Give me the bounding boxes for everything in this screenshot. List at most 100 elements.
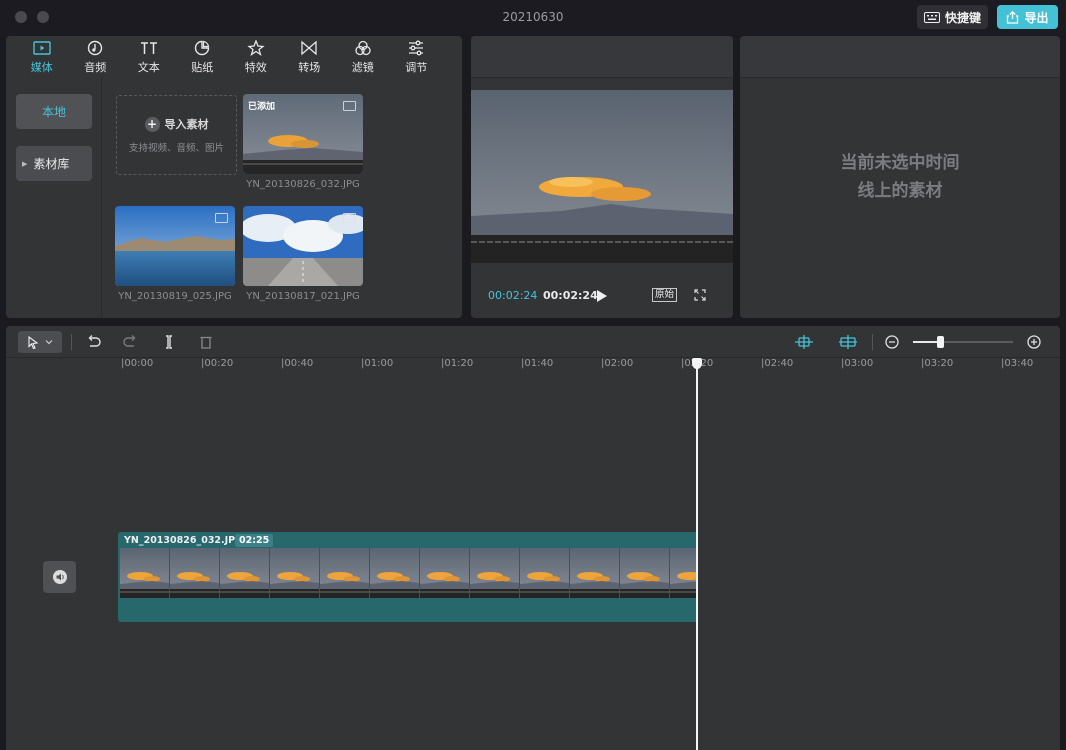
- ruler-time-label: |01:40: [521, 358, 554, 369]
- tab-label: 贴纸: [191, 60, 214, 74]
- ruler-time-label: |00:40: [281, 358, 314, 369]
- media-item-thumbnail[interactable]: [115, 206, 235, 286]
- toolbar-divider: [872, 334, 873, 350]
- media-item-caption: YN_20130826_032.JPG: [246, 179, 360, 190]
- media-item-thumbnail[interactable]: [243, 206, 363, 286]
- clip-filmstrip: [120, 548, 696, 598]
- timeline-ruler[interactable]: |00:00 |00:20 |00:40 |01:00 |01:20 |01:40 |02:…: [6, 358, 1060, 372]
- tab-sticker[interactable]: 贴纸: [176, 36, 230, 78]
- chevron-right-icon: ▶: [22, 159, 28, 168]
- tab-text[interactable]: 文本: [122, 36, 176, 78]
- added-badge: 已添加: [248, 102, 276, 112]
- fullscreen-icon[interactable]: [694, 289, 706, 301]
- sidebar-item-local[interactable]: 本地: [16, 94, 92, 129]
- track-mute-button[interactable]: [43, 561, 76, 593]
- window-title: 20210630: [502, 10, 564, 24]
- filter-icon: [355, 40, 371, 55]
- export-button[interactable]: 导出: [997, 5, 1058, 29]
- undo-icon[interactable]: [86, 334, 102, 350]
- title-bar: 20210630 快捷键 导出: [0, 0, 1066, 35]
- playhead-line[interactable]: [696, 360, 698, 750]
- sidebar-item-label: 素材库: [33, 157, 70, 171]
- keyboard-icon: [923, 11, 940, 23]
- properties-header: [740, 36, 1060, 78]
- clip-name: YN_20130826_032.JPG: [124, 535, 243, 546]
- tab-effects[interactable]: 特效: [229, 36, 283, 78]
- chevron-down-icon: [45, 340, 53, 345]
- media-tab-bar: 媒体 音频 文本 贴纸 特效 转场 滤镜 调节: [6, 36, 462, 78]
- play-icon[interactable]: [597, 290, 607, 302]
- tab-label: 转场: [298, 60, 321, 74]
- current-time: 00:02:24: [488, 289, 538, 302]
- ruler-time-label: |01:00: [361, 358, 394, 369]
- clip-duration: 02:25: [235, 534, 274, 547]
- sticker-icon: [195, 40, 210, 55]
- zoom-in-icon[interactable]: [1026, 334, 1042, 350]
- properties-panel: 当前未选中时间 线上的素材: [740, 36, 1060, 318]
- media-item-caption: YN_20130817_021.JPG: [246, 291, 360, 302]
- media-sidebar: 本地 ▶ 素材库: [6, 78, 102, 318]
- snap-magnet-icon[interactable]: [794, 334, 814, 350]
- audio-icon: [88, 40, 103, 55]
- zoom-out-icon[interactable]: [884, 334, 900, 350]
- tab-adjust[interactable]: 调节: [390, 36, 444, 78]
- image-icon: [343, 213, 356, 223]
- redo-icon[interactable]: [122, 334, 138, 350]
- link-clips-icon[interactable]: [838, 334, 858, 350]
- image-icon: [215, 213, 228, 223]
- media-item-thumbnail[interactable]: 已添加: [243, 94, 363, 174]
- tab-label: 音频: [84, 60, 107, 74]
- timeline-panel: |00:00 |00:20 |00:40 |01:00 |01:20 |01:40 |02:…: [6, 326, 1060, 750]
- ruler-time-label: |03:20: [921, 358, 954, 369]
- tab-label: 媒体: [30, 60, 53, 74]
- tab-label: 文本: [137, 60, 160, 74]
- ruler-time-label: |00:00: [121, 358, 154, 369]
- tab-label: 特效: [244, 60, 267, 74]
- adjust-icon: [409, 40, 424, 55]
- tab-label: 调节: [405, 60, 428, 74]
- empty-message-line: 当前未选中时间: [840, 153, 960, 173]
- tab-filter[interactable]: 滤镜: [336, 36, 390, 78]
- preview-header: [471, 36, 733, 78]
- empty-message-line: 线上的素材: [857, 181, 943, 201]
- shortcut-button[interactable]: 快捷键: [917, 5, 988, 29]
- sidebar-item-label: 本地: [41, 105, 66, 119]
- effects-icon: [247, 39, 265, 56]
- tab-media[interactable]: 媒体: [15, 36, 69, 78]
- import-title-row: + 导入素材: [144, 116, 209, 132]
- tab-transition[interactable]: 转场: [283, 36, 337, 78]
- media-icon: [33, 40, 51, 55]
- toolbar-divider: [71, 334, 72, 350]
- ruler-time-label: |03:00: [841, 358, 874, 369]
- transition-icon: [301, 40, 317, 55]
- ruler-time-label: |02:00: [601, 358, 634, 369]
- ruler-time-label: |03:40: [1001, 358, 1034, 369]
- preview-panel: 00:02:24 00:02:24 原始: [471, 36, 733, 318]
- import-title: 导入素材: [164, 118, 209, 131]
- media-panel: 媒体 音频 文本 贴纸 特效 转场 滤镜 调节 本地 ▶ 素材库 + 导入素材 …: [6, 36, 462, 318]
- split-icon[interactable]: [161, 334, 177, 350]
- plus-icon: +: [144, 116, 160, 132]
- delete-icon[interactable]: [198, 334, 214, 350]
- export-label: 导出: [1024, 10, 1049, 25]
- media-item-caption: YN_20130819_025.JPG: [118, 291, 232, 302]
- shortcut-label: 快捷键: [944, 10, 981, 25]
- text-icon: [140, 41, 157, 54]
- preview-frame-image: [471, 90, 733, 263]
- preview-canvas[interactable]: [471, 90, 733, 263]
- zoom-slider-handle[interactable]: [937, 336, 944, 348]
- import-media-button[interactable]: + 导入素材 支持视频、音频、图片: [116, 95, 237, 175]
- ruler-time-label: |02:40: [761, 358, 794, 369]
- image-icon: [343, 101, 356, 111]
- playhead-handle[interactable]: [692, 358, 702, 369]
- select-tool-button[interactable]: [18, 331, 62, 353]
- timeline-clip[interactable]: YN_20130826_032.JPG 02:25: [118, 532, 698, 622]
- filmstrip-image: [120, 548, 696, 598]
- original-ratio-button[interactable]: 原始: [652, 288, 677, 302]
- ruler-time-label: |00:20: [201, 358, 234, 369]
- sidebar-item-library[interactable]: ▶ 素材库: [16, 146, 92, 181]
- tab-audio[interactable]: 音频: [69, 36, 123, 78]
- speaker-icon: [52, 570, 67, 584]
- cursor-icon: [28, 335, 39, 349]
- timeline-toolbar: [6, 326, 1060, 358]
